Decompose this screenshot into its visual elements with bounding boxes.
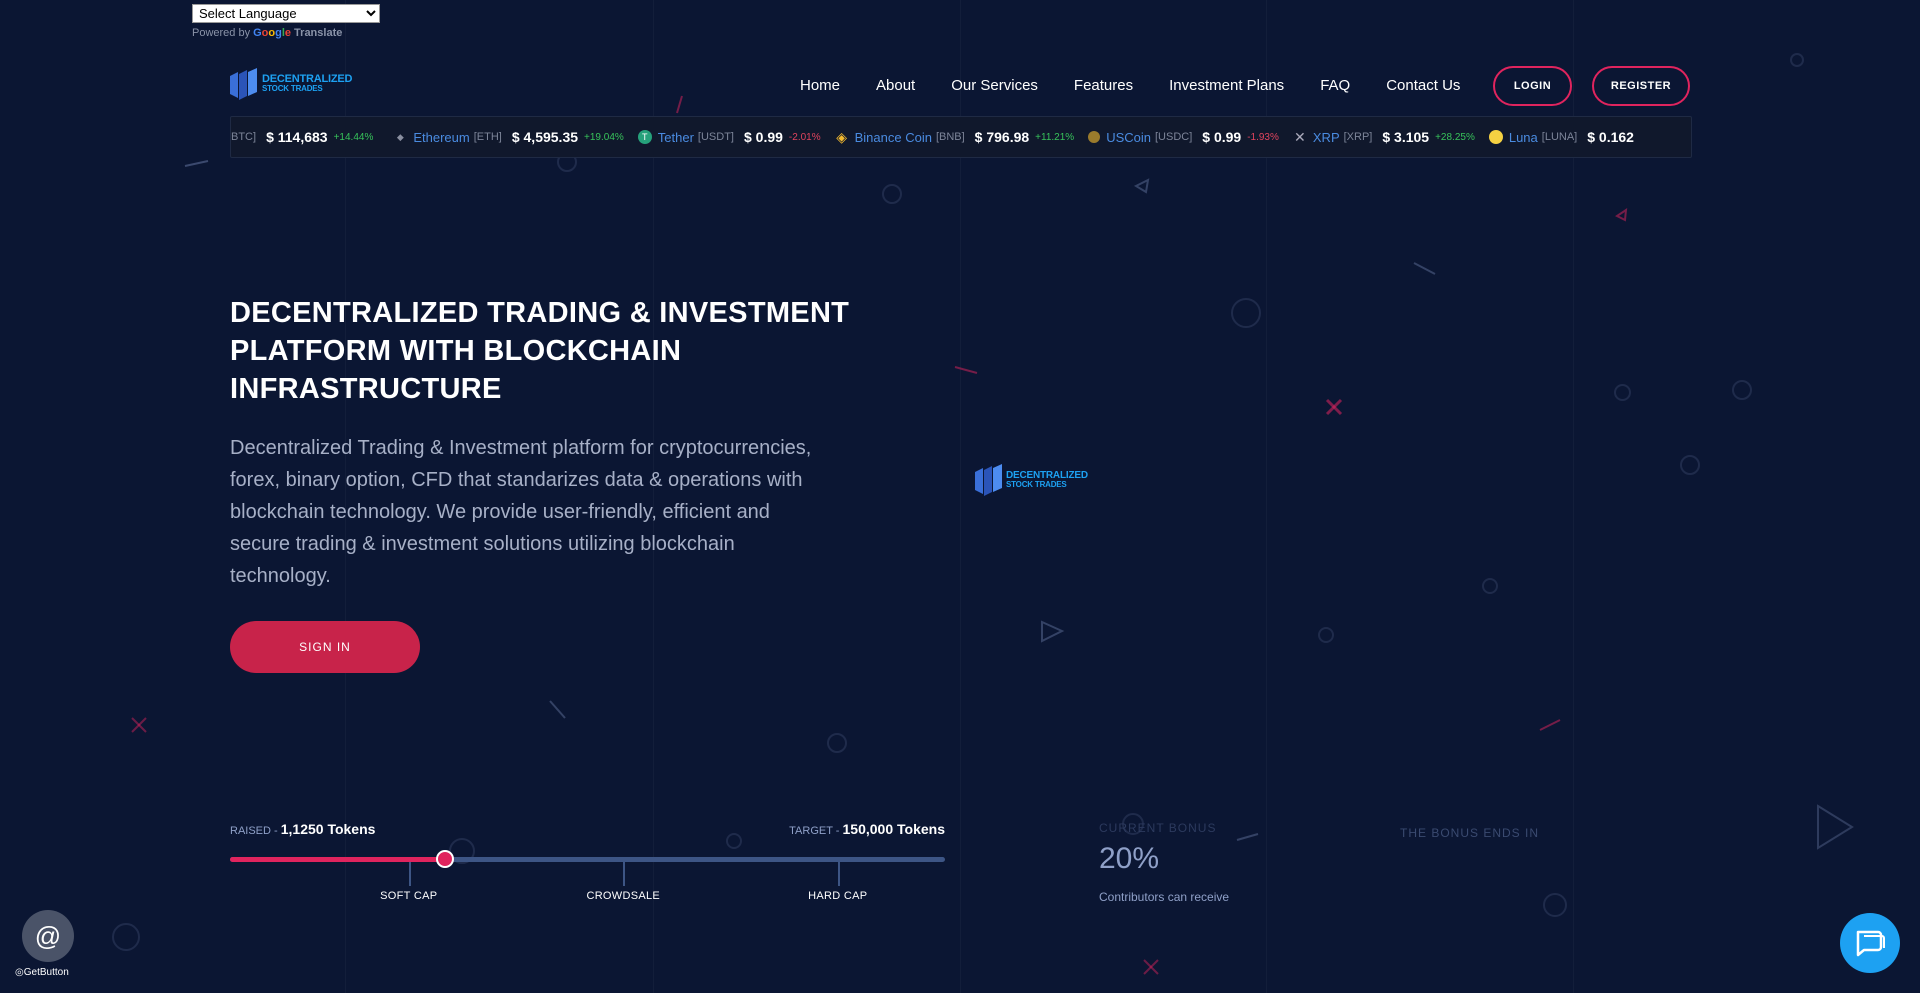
hero-description: Decentralized Trading & Investment platf… [230, 437, 812, 587]
progress-knob[interactable] [435, 850, 454, 868]
getbutton-logo-icon: ◎ [15, 967, 24, 978]
ticker-symbol: [LUNA] [1541, 131, 1578, 143]
ticker-item-luna[interactable]: Luna [LUNA] $ 0.162 [1488, 129, 1634, 145]
nav-features[interactable]: Features [1074, 77, 1133, 94]
ticker-name: Tether [657, 129, 694, 145]
progress-fill [230, 857, 445, 862]
ticker-symbol: [BNB] [935, 131, 965, 143]
crowdsale-marker [623, 862, 626, 886]
ticker-item-btc[interactable]: BTC] $ 114,683 +14.44% [231, 129, 373, 145]
logo-line2: STOCK TRADES [1006, 480, 1067, 489]
logo-text: DECENTRALIZED STOCK TRADES [1006, 470, 1088, 490]
nav-contact-us[interactable]: Contact Us [1386, 77, 1460, 94]
ticker-price: $ 3.105 [1382, 129, 1430, 145]
sign-in-button[interactable]: SIGN IN [230, 621, 420, 673]
nav-faq[interactable]: FAQ [1320, 77, 1350, 94]
nav-about[interactable]: About [876, 77, 915, 94]
ticker-item-xrp[interactable]: ✕ XRP [XRP] $ 3.105 +28.25% [1293, 128, 1475, 146]
logo-text: DECENTRALIZED STOCK TRADES [262, 74, 352, 94]
hero-title: DECENTRALIZED TRADING & INVESTMENT PLATF… [230, 297, 850, 405]
translate-link[interactable]: Translate [294, 27, 342, 39]
token-progress-bar [230, 850, 945, 886]
powered-by-google: Powered by Google Translate [192, 27, 380, 39]
target-value: 150,000 Tokens [842, 821, 945, 837]
ticker-change: +11.21% [1035, 131, 1075, 143]
binance-coin-icon: ◈ [836, 128, 847, 145]
nav-investment-plans[interactable]: Investment Plans [1169, 77, 1284, 94]
logo-line2: STOCK TRADES [262, 84, 323, 93]
ticker-name: Binance Coin [854, 129, 932, 145]
chat-button[interactable] [1840, 913, 1900, 973]
powered-by-label: Powered by [192, 27, 251, 39]
ticker-symbol: [ETH] [473, 131, 502, 143]
crowdsale-label: CROWDSALE [586, 890, 661, 902]
raised-amount: RAISED - 1,1250 Tokens [230, 821, 375, 837]
hard-cap-marker [837, 862, 840, 886]
tether-icon: T [637, 130, 652, 144]
ticker-price: $ 796.98 [974, 129, 1030, 145]
login-button[interactable]: LOGIN [1493, 66, 1572, 106]
soft-cap-label: SOFT CAP [380, 890, 438, 902]
bonus-subtitle: Contributors can receive [1099, 890, 1230, 904]
ticker-item-eth[interactable]: ◆ Ethereum [ETH] $ 4,595.35 +19.04% [393, 129, 624, 145]
language-select[interactable]: Select Language [192, 4, 380, 23]
ticker-price: $ 0.162 [1587, 129, 1634, 145]
luna-icon [1488, 130, 1503, 144]
at-sign-icon: @ [34, 920, 62, 951]
getbutton-text: GetButton [23, 967, 69, 978]
ticker-name: USCoin [1106, 129, 1151, 145]
hard-cap-label: HARD CAP [808, 890, 868, 902]
logo-mark-icon [230, 68, 257, 100]
raised-label: RAISED - [230, 825, 281, 837]
ticker-price: $ 114,683 [266, 129, 328, 145]
ticker-item-bnb[interactable]: ◈ Binance Coin [BNB] $ 796.98 +11.21% [835, 128, 1075, 146]
logo-line1: DECENTRALIZED [262, 73, 353, 85]
uscoin-icon [1088, 131, 1101, 143]
ticker-price: $ 4,595.35 [511, 129, 579, 145]
ticker-symbol: [USDT] [697, 131, 734, 143]
raised-value: 1,1250 Tokens [280, 821, 376, 837]
ticker-change: +28.25% [1435, 131, 1475, 143]
main-nav: Home About Our Services Features Investm… [800, 77, 1496, 94]
ticker-symbol: [XRP] [1343, 131, 1373, 143]
target-label: TARGET - [789, 825, 843, 837]
google-logo: Google [253, 27, 292, 39]
soft-cap-marker [408, 862, 411, 886]
ethereum-icon: ◆ [396, 131, 404, 142]
ticker-name: Luna [1508, 129, 1538, 145]
current-bonus-value: 20% [1099, 842, 1160, 875]
xrp-icon: ✕ [1294, 128, 1306, 145]
nav-home[interactable]: Home [800, 77, 840, 94]
ticker-price: $ 0.99 [1202, 129, 1242, 145]
ticker-change: +14.44% [333, 131, 374, 143]
site-logo[interactable]: DECENTRALIZED STOCK TRADES [230, 68, 352, 100]
ticker-name: XRP [1312, 129, 1340, 145]
ticker-change: -2.01% [788, 131, 821, 143]
register-button[interactable]: REGISTER [1592, 66, 1690, 106]
ticker-symbol: [USDC] [1154, 131, 1193, 143]
chat-icon [1856, 930, 1885, 957]
ticker-price: $ 0.99 [743, 129, 783, 145]
logo-mark-icon [975, 464, 1002, 496]
bonus-ends-label: THE BONUS ENDS IN [1400, 826, 1540, 840]
crypto-ticker: BTC] $ 114,683 +14.44% ◆ Ethereum [ETH] … [230, 116, 1692, 158]
getbutton-label[interactable]: ◎GetButton [15, 967, 69, 978]
ticker-change: -1.93% [1247, 131, 1279, 143]
ticker-item-usdt[interactable]: T Tether [USDT] $ 0.99 -2.01% [637, 129, 821, 145]
ticker-symbol: BTC] [231, 131, 257, 143]
logo-line1: DECENTRALIZED [1006, 470, 1088, 481]
ticker-item-usdc[interactable]: USCoin [USDC] $ 0.99 -1.93% [1088, 129, 1279, 145]
ticker-change: +19.04% [584, 131, 624, 143]
target-amount: TARGET - 150,000 Tokens [789, 821, 945, 837]
google-translate-widget: Select Language Powered by Google Transl… [192, 4, 380, 39]
getbutton-widget-button[interactable]: @ [22, 910, 74, 962]
nav-our-services[interactable]: Our Services [951, 77, 1038, 94]
current-bonus-label: CURRENT BONUS [1099, 821, 1217, 835]
hero-logo: DECENTRALIZED STOCK TRADES [975, 464, 1088, 496]
ticker-name: Ethereum [413, 129, 470, 145]
